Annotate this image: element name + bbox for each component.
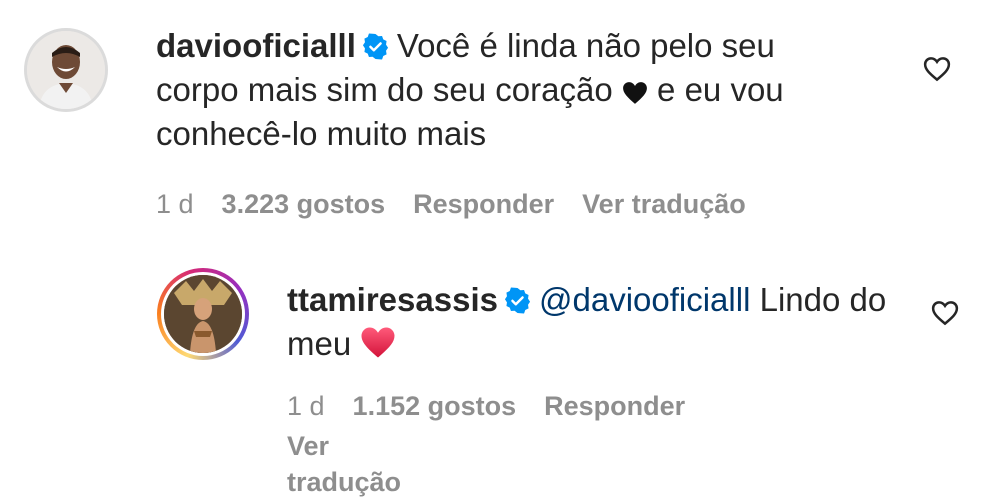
likes-count[interactable]: 1.152 gostos — [353, 391, 517, 421]
user-avatar-image — [27, 31, 105, 109]
like-heart-icon[interactable] — [922, 54, 952, 84]
reply-button[interactable]: Responder — [413, 189, 554, 219]
translate-button[interactable]: Ver tradução — [287, 428, 401, 500]
comment-text-block: ttamiresassis @daviooficialll Lindo do me… — [287, 278, 887, 366]
comment-time[interactable]: 1 d — [156, 189, 194, 219]
verified-badge-icon — [504, 287, 531, 314]
comment-time[interactable]: 1 d — [287, 391, 325, 421]
avatar[interactable] — [24, 28, 108, 112]
red-heart-icon — [361, 327, 395, 358]
username-link[interactable]: daviooficialll — [156, 27, 356, 64]
black-heart-icon — [622, 82, 647, 104]
like-heart-icon[interactable] — [930, 298, 960, 328]
avatar-story-ring[interactable] — [157, 268, 249, 360]
likes-count[interactable]: 3.223 gostos — [222, 189, 386, 219]
comment-meta: 1 d 3.223 gostos Responder Ver tradução — [156, 186, 774, 222]
verified-badge-icon — [362, 33, 388, 60]
username-link[interactable]: ttamiresassis — [287, 281, 498, 318]
comment-text-block: daviooficialll Você é linda não pelo seu … — [156, 24, 856, 156]
user-avatar-image — [164, 275, 242, 353]
reply-button[interactable]: Responder — [544, 391, 685, 421]
translate-button[interactable]: Ver tradução — [582, 189, 746, 219]
comment-meta: 1 d 1.152 gostos Responder — [287, 388, 713, 424]
mention-link[interactable]: @daviooficialll — [539, 281, 750, 318]
